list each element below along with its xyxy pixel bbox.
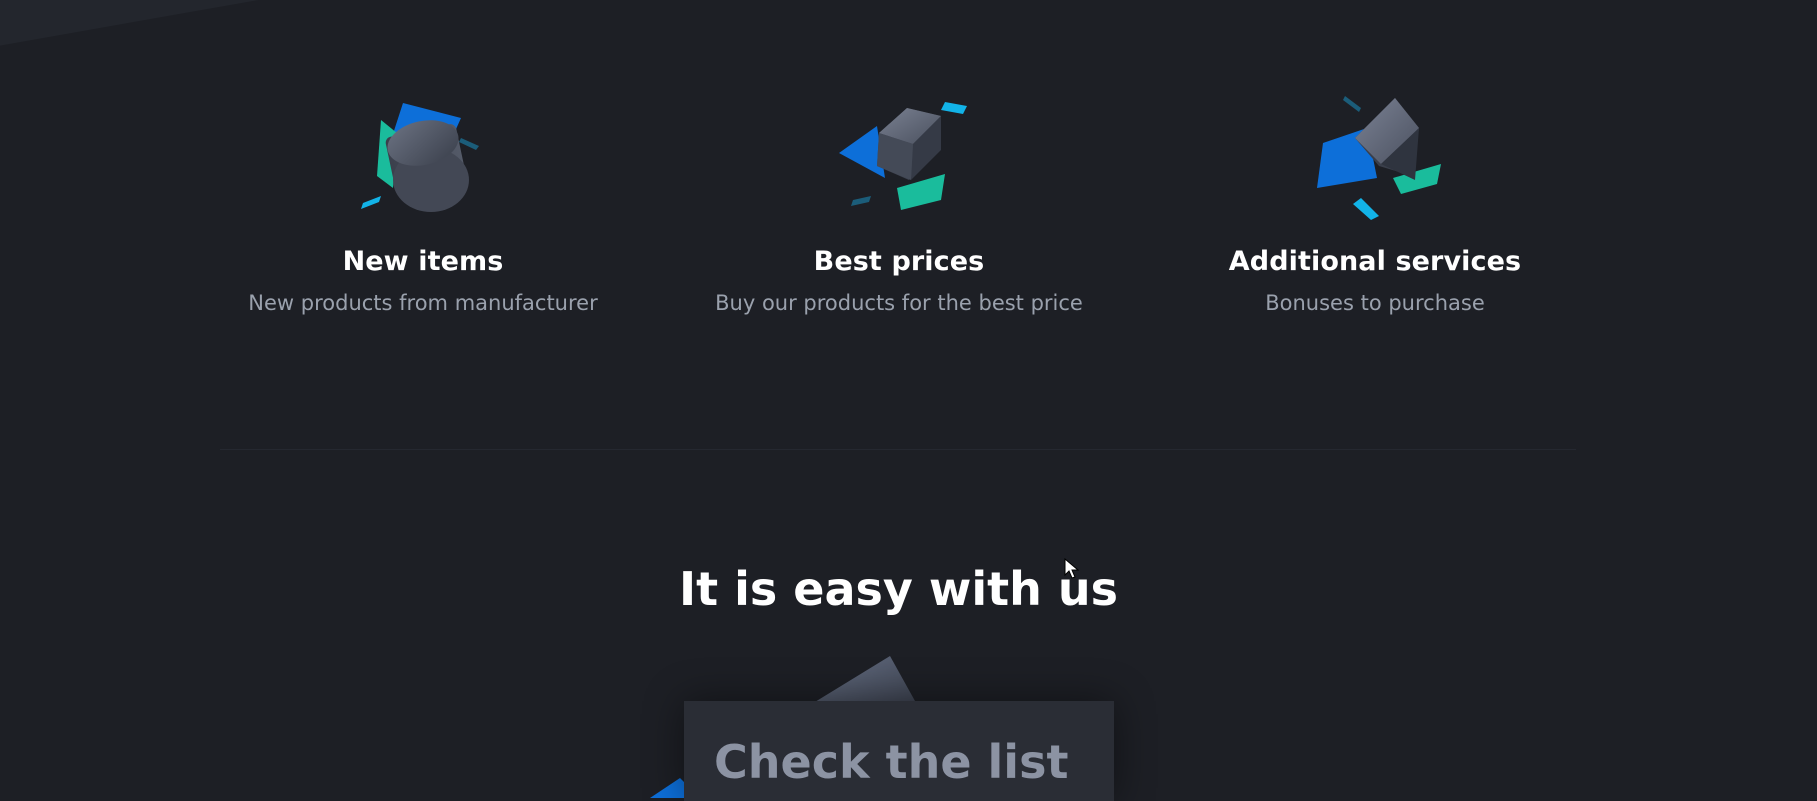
feature-title: Additional services (1228, 246, 1522, 277)
section-title: It is easy with us (678, 562, 1119, 616)
feature-best-prices: Best prices Buy our products for the bes… (689, 88, 1109, 315)
feature-subtitle: Buy our products for the best price (715, 291, 1083, 315)
feature-subtitle: Bonuses to purchase (1265, 291, 1485, 315)
cylinder-shapes-icon (361, 103, 479, 212)
feature-new-items: New items New products from manufacturer (213, 88, 633, 315)
feature-additional-services: Additional services Bonuses to purchase (1165, 88, 1585, 315)
step-card[interactable]: Check the list (684, 701, 1114, 801)
feature-title: Best prices (813, 246, 985, 277)
cube-shapes-icon (839, 102, 967, 210)
prism-shapes-icon (1317, 96, 1441, 220)
feature-subtitle: New products from manufacturer (248, 291, 598, 315)
feature-title: New items (342, 246, 504, 277)
section-divider (220, 449, 1576, 450)
background-corner-shape (0, 0, 404, 48)
step-card-title: Check the list (714, 735, 1069, 789)
mouse-cursor-icon (1064, 558, 1080, 579)
